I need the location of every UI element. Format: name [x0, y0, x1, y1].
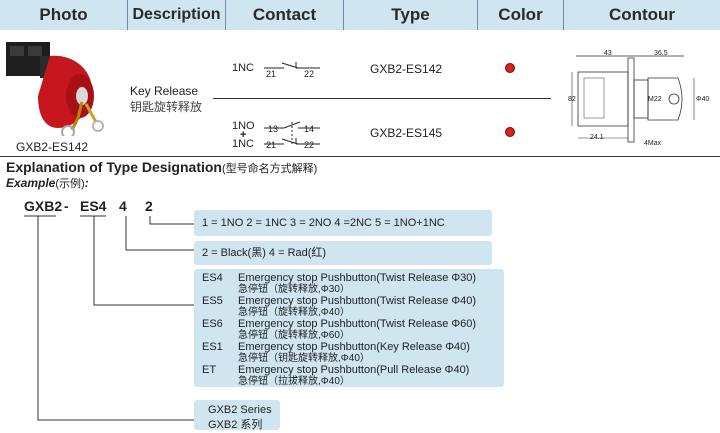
- model-desc: Emergency stop Pushbutton(Key Release Φ4…: [238, 342, 470, 365]
- model-desc: Emergency stop Pushbutton(Twist Release …: [238, 319, 476, 342]
- model-list: ES4 Emergency stop Pushbutton(Twist Rele…: [202, 273, 476, 388]
- model-desc: Emergency stop Pushbutton(Twist Release …: [238, 273, 476, 296]
- model-desc-en: Emergency stop Pushbutton(Key Release Φ4…: [238, 341, 470, 353]
- model-code: ET: [202, 364, 217, 376]
- model-row: ES1 Emergency stop Pushbutton(Key Releas…: [202, 342, 476, 365]
- model-row: ES4 Emergency stop Pushbutton(Twist Rele…: [202, 273, 476, 296]
- model-code: ES5: [202, 295, 223, 307]
- model-desc: Emergency stop Pushbutton(Pull Release Φ…: [238, 365, 469, 388]
- model-desc-en: Emergency stop Pushbutton(Pull Release Φ…: [238, 364, 470, 376]
- model-desc-cn: 急停钮（旋转释放,Φ60）: [238, 330, 350, 341]
- model-desc: Emergency stop Pushbutton(Twist Release …: [238, 296, 476, 319]
- model-code: ES6: [202, 318, 223, 330]
- model-desc-cn: 急停钮（旋转释放,Φ40）: [238, 307, 350, 318]
- model-desc-en: Emergency stop Pushbutton(Twist Release …: [238, 272, 477, 284]
- model-desc-en: Emergency stop Pushbutton(Twist Release …: [238, 295, 477, 307]
- model-code: ES4: [202, 272, 223, 284]
- series-cn: GXB2 系列: [208, 419, 263, 431]
- model-row: ES6 Emergency stop Pushbutton(Twist Rele…: [202, 319, 476, 342]
- model-code: ES1: [202, 341, 223, 353]
- model-desc-cn: 急停钮（旋转释放,Φ30）: [238, 284, 350, 295]
- model-desc-cn: 急停钮（拉拔释放,Φ40）: [238, 376, 350, 387]
- model-row: ET Emergency stop Pushbutton(Pull Releas…: [202, 365, 476, 388]
- series-en: GXB2 Series: [208, 404, 272, 416]
- model-desc-cn: 急停钮（钥匙旋转释放,Φ40）: [238, 353, 370, 364]
- model-desc-en: Emergency stop Pushbutton(Twist Release …: [238, 318, 477, 330]
- contact-code-box: 1 = 1NO 2 = 1NC 3 = 2NO 4 =2NC 5 = 1NO+1…: [194, 210, 492, 236]
- model-row: ES5 Emergency stop Pushbutton(Twist Rele…: [202, 296, 476, 319]
- color-code-box: 2 = Black(黑) 4 = Rad(红): [194, 241, 492, 265]
